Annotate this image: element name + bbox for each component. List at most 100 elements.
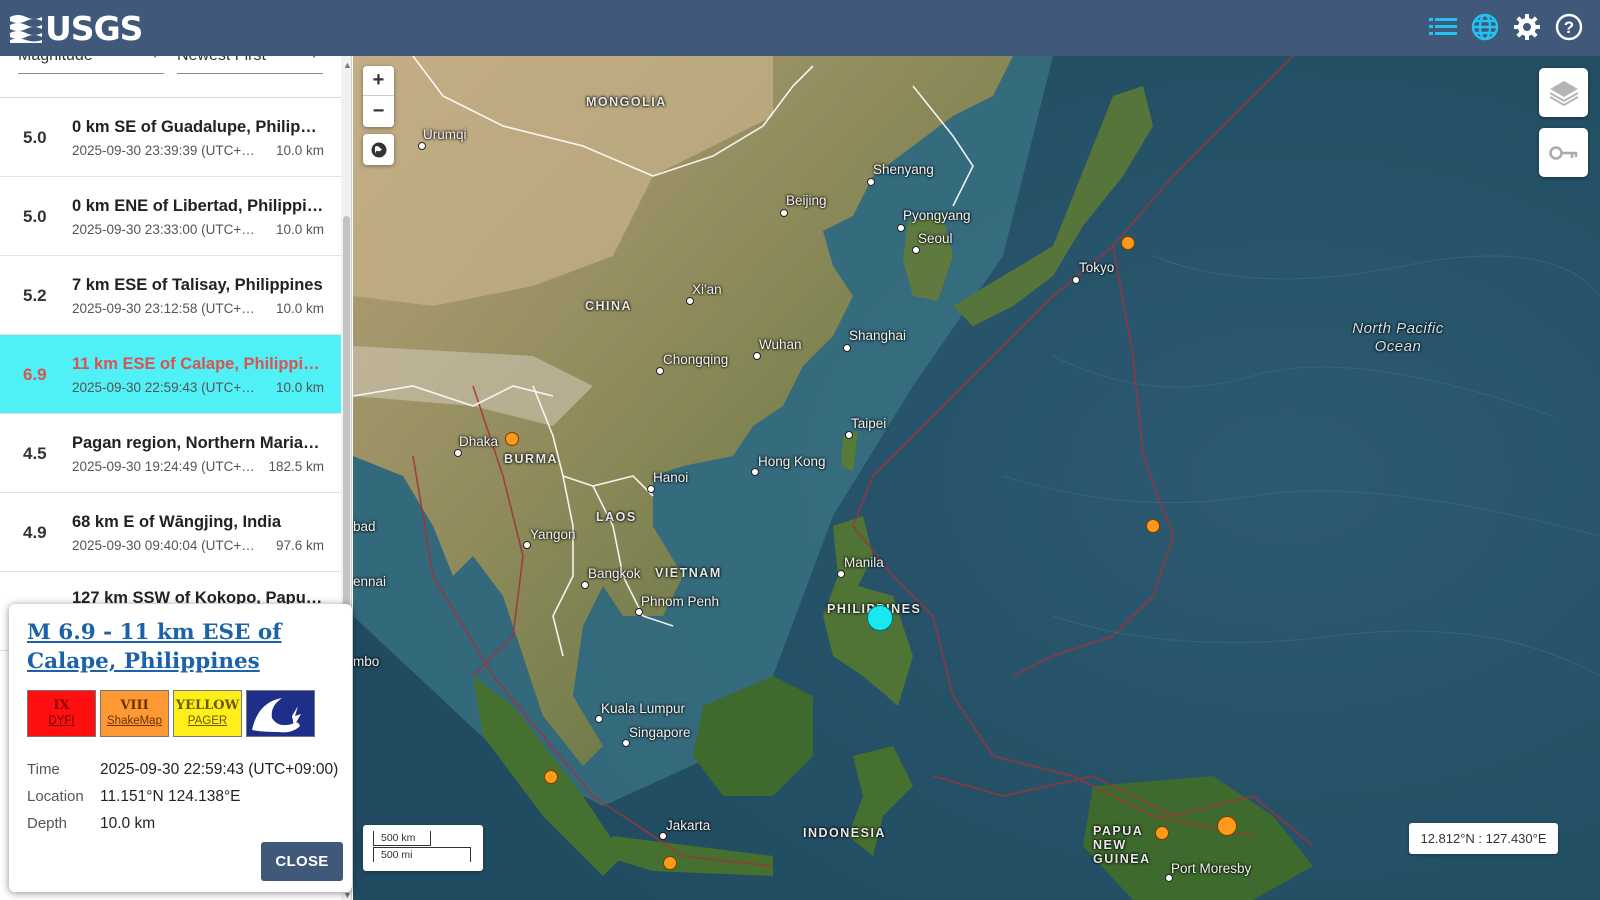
scale-mi: 500 mi: [373, 847, 471, 862]
place: 0 km ENE of Libertad, Philippines: [72, 197, 324, 215]
city-dot: [837, 570, 845, 578]
shakemap-label: ShakeMap: [107, 715, 162, 727]
tsunami-icon: [251, 697, 301, 732]
gear-icon[interactable]: [1510, 10, 1544, 44]
cursor-coordinates: 12.812°N : 127.430°E: [1409, 823, 1558, 854]
city-dot: [635, 608, 643, 616]
zoom-out-button[interactable]: −: [363, 96, 394, 126]
earthquake-marker[interactable]: [1121, 236, 1135, 250]
city-dot: [418, 142, 426, 150]
city-dot: [912, 246, 920, 254]
city-dot: [595, 715, 603, 723]
list-item[interactable]: 4.9 68 km E of Wāngjing, India 2025-09-3…: [0, 493, 341, 572]
layers-button[interactable]: [1539, 68, 1588, 117]
location-label: Location: [27, 788, 84, 805]
earthquake-marker-selected[interactable]: [867, 605, 893, 631]
list-item-selected[interactable]: 6.9 11 km ESE of Calape, Philippines 202…: [0, 335, 341, 414]
city-manila: Manila: [844, 555, 884, 570]
layers-icon: [1549, 80, 1578, 106]
pager-label: PAGER: [187, 715, 228, 727]
earthquake-list: 5.0 0 km SE of Guadalupe, Philippines 20…: [0, 98, 341, 651]
city-dot: [622, 739, 630, 747]
help-icon[interactable]: ?: [1552, 10, 1586, 44]
city-dot: [523, 541, 531, 549]
city-kuala-lumpur: Kuala Lumpur: [601, 701, 686, 716]
earthquake-popup: M 6.9 - 11 km ESE of Calape, Philippines…: [9, 604, 352, 892]
city-beijing: Beijing: [786, 193, 827, 208]
city-dhaka: Dhaka: [459, 434, 499, 449]
magnitude: 4.5: [23, 444, 47, 463]
pager-badge[interactable]: YELLOW PAGER: [173, 690, 242, 737]
earthquake-marker[interactable]: [1217, 816, 1237, 836]
time: 2025-09-30 23:33:00 (UTC+09:00): [72, 222, 262, 237]
key-icon: [1548, 145, 1577, 160]
label-north-pacific-ocean: North Pacific Ocean: [1352, 320, 1444, 355]
scroll-up-icon[interactable]: ▲: [343, 60, 351, 70]
earthquake-marker[interactable]: [505, 432, 519, 446]
time: 2025-09-30 09:40:04 (UTC+05:30): [72, 538, 262, 553]
city-dot: [843, 344, 851, 352]
impact-badges: IX DYFI VIII ShakeMap YELLOW PAGER: [27, 690, 315, 737]
map-view[interactable]: MONGOLIA CHINA BURMA LAOS VIETNAM PHILIP…: [353, 56, 1600, 900]
map-scale: 500 km 500 mi: [363, 825, 483, 871]
city-yangon: Yangon: [530, 527, 576, 542]
globe-icon[interactable]: [1468, 10, 1502, 44]
place: 7 km ESE of Talisay, Philippines: [72, 276, 323, 294]
time: 2025-09-30 19:24:49 (UTC+10:00): [72, 459, 262, 474]
pager-value: YELLOW: [175, 698, 240, 713]
city-hanoi: Hanoi: [653, 470, 689, 485]
list-item[interactable]: 5.0 0 km SE of Guadalupe, Philippines 20…: [0, 98, 341, 177]
time-label: Time: [27, 761, 60, 778]
logo-text: USGS: [45, 8, 143, 48]
earthquake-marker[interactable]: [1155, 826, 1169, 840]
legend-button[interactable]: [1539, 128, 1588, 177]
event-title-link[interactable]: M 6.9 - 11 km ESE of Calape, Philippines: [27, 618, 337, 676]
depth-value: 10.0 km: [100, 814, 156, 832]
app-header: USGS ?: [0, 0, 1600, 56]
city-dot: [845, 431, 853, 439]
earthquake-marker[interactable]: [544, 770, 558, 784]
city-seoul: Seoul: [918, 231, 953, 246]
scale-km: 500 km: [373, 831, 431, 846]
city-dot: [1072, 276, 1080, 284]
zoom-in-button[interactable]: +: [363, 66, 394, 96]
sort-by-select[interactable]: Magnitude ▼: [18, 56, 164, 74]
label-mongolia: MONGOLIA: [586, 95, 667, 109]
list-item[interactable]: 5.0 0 km ENE of Libertad, Philippines 20…: [0, 177, 341, 256]
list-icon[interactable]: [1426, 10, 1460, 44]
depth: 10.0 km: [275, 380, 324, 395]
city-dot: [897, 224, 905, 232]
location-value: 11.151°N 124.138°E: [100, 787, 241, 805]
place: 0 km SE of Guadalupe, Philippines: [72, 118, 324, 136]
dyfi-badge[interactable]: IX DYFI: [27, 690, 96, 737]
usgs-logo[interactable]: USGS: [10, 8, 143, 48]
earthquake-marker[interactable]: [663, 856, 677, 870]
globe-icon: [371, 142, 386, 157]
map-basemap: [353, 56, 1600, 900]
magnitude: 5.0: [23, 128, 47, 147]
sort-order-select[interactable]: Newest First ▼: [177, 56, 323, 74]
shakemap-badge[interactable]: VIII ShakeMap: [100, 690, 169, 737]
depth: 10.0 km: [275, 222, 324, 237]
magnitude: 5.2: [23, 286, 47, 305]
city-tokyo: Tokyo: [1079, 260, 1115, 275]
close-button[interactable]: CLOSE: [261, 842, 343, 881]
depth-label: Depth: [27, 815, 68, 832]
world-view-button[interactable]: [363, 134, 394, 165]
earthquake-marker[interactable]: [1146, 519, 1160, 533]
list-item[interactable]: 5.2 7 km ESE of Talisay, Philippines 202…: [0, 256, 341, 335]
tsunami-badge[interactable]: [246, 690, 315, 737]
city-partial: mbo: [353, 654, 380, 669]
city-urumqi: Urumqi: [423, 127, 467, 142]
city-dot: [751, 468, 759, 476]
list-item[interactable]: 4.5 Pagan region, Northern Mariana Islan…: [0, 414, 341, 493]
time: 2025-09-30 23:39:39 (UTC+09:00): [72, 143, 262, 158]
city-taipei: Taipei: [851, 416, 887, 431]
depth: 10.0 km: [275, 143, 324, 158]
time: 2025-09-30 22:59:43 (UTC+09:00): [72, 380, 262, 395]
sort-by-value: Magnitude: [18, 56, 93, 64]
svg-text:?: ?: [1564, 18, 1574, 37]
city-dot: [780, 209, 788, 217]
magnitude: 6.9: [23, 365, 47, 384]
city-dot: [867, 178, 875, 186]
